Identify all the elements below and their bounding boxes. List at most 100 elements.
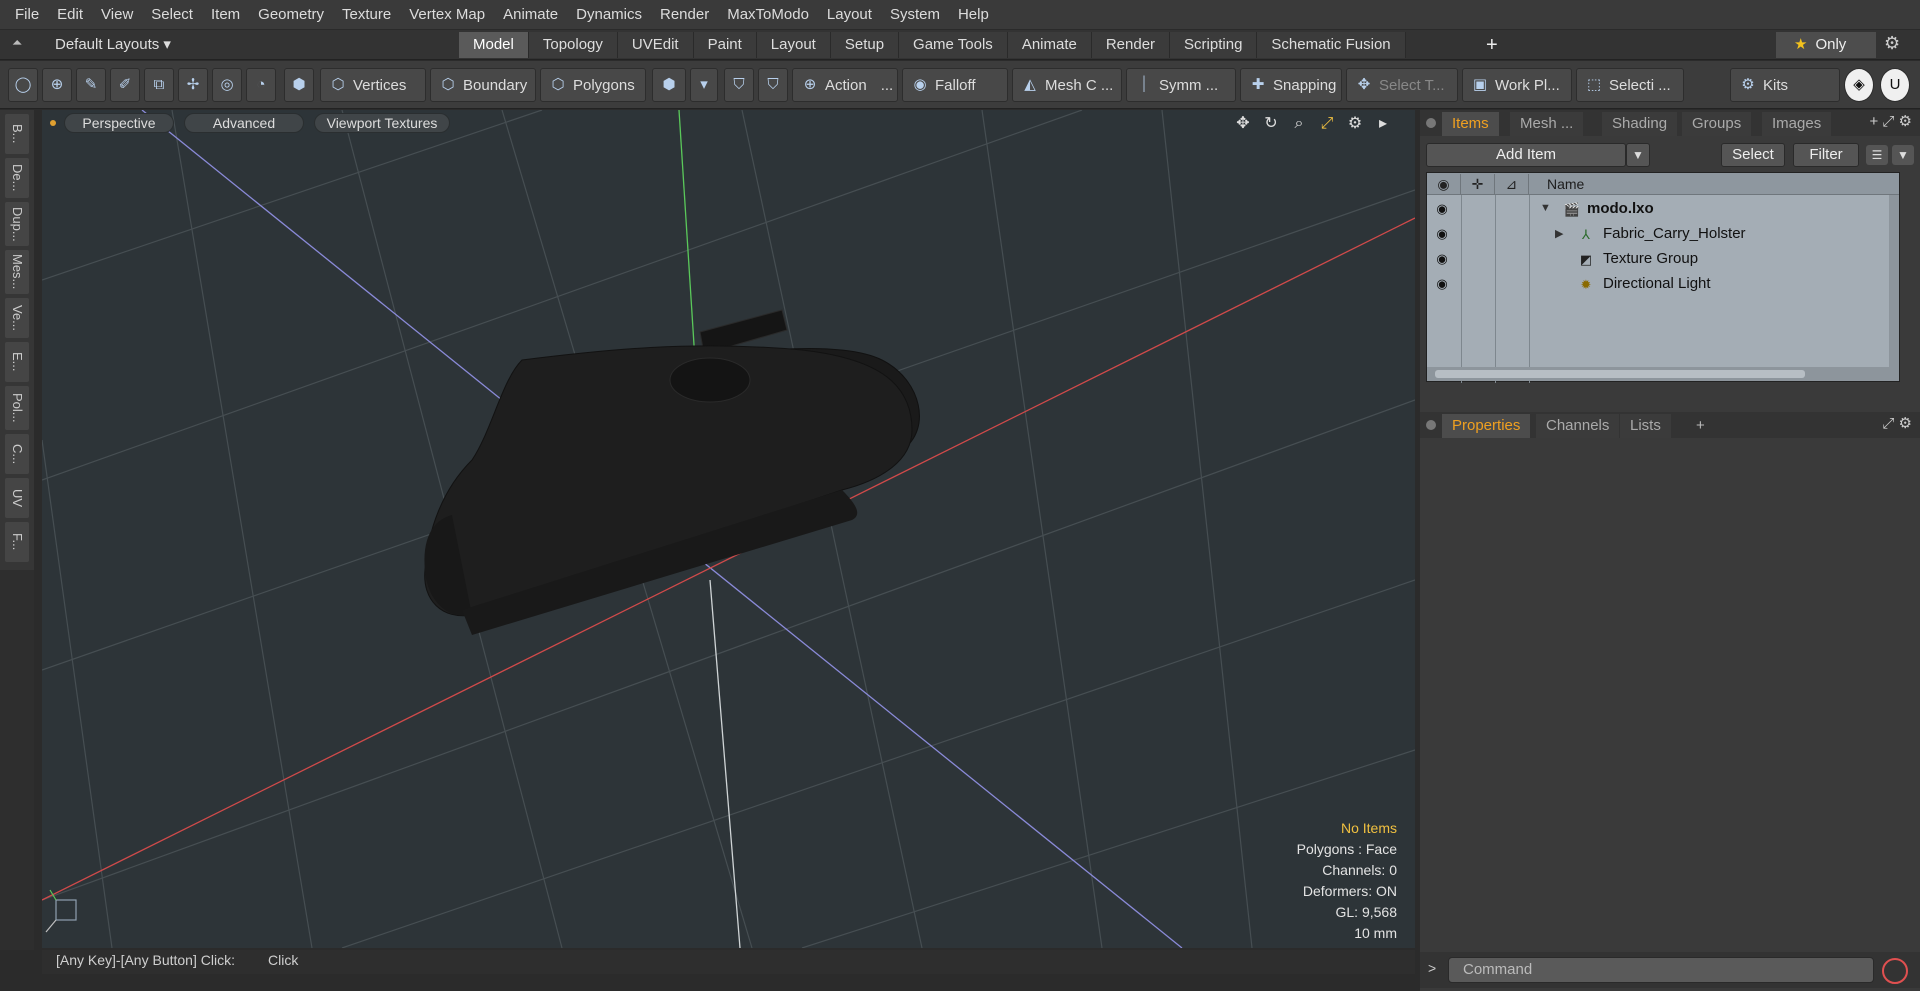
unreal-button[interactable]: U xyxy=(1880,68,1910,102)
menu-select[interactable]: Select xyxy=(142,0,202,30)
globe-button[interactable]: ⊕ xyxy=(42,68,72,102)
menu-animate[interactable]: Animate xyxy=(494,0,567,30)
falloff-button[interactable]: ◉ Falloff xyxy=(902,68,1008,102)
menu-dynamics[interactable]: Dynamics xyxy=(567,0,651,30)
vertices-button[interactable]: ⬡ Vertices xyxy=(320,68,426,102)
item-list-horizontal-scrollbar[interactable] xyxy=(1427,367,1899,381)
symmetry-tool-button[interactable]: ⧉ xyxy=(144,68,174,102)
menu-view[interactable]: View xyxy=(92,0,142,30)
list-item-light[interactable]: ◉ ✹ Directional Light xyxy=(1427,272,1899,297)
tab-render[interactable]: Render xyxy=(1091,32,1171,58)
eye-icon[interactable]: ◉ xyxy=(1433,276,1451,292)
orbit-icon[interactable]: ↻ xyxy=(1261,114,1281,134)
boundary-button[interactable]: ⬡ Boundary xyxy=(430,68,536,102)
tab-shading[interactable]: Shading xyxy=(1602,112,1678,136)
tab-layout[interactable]: Layout xyxy=(756,32,831,58)
panel-options-icons[interactable]: ⤢ ⚙ xyxy=(1882,414,1912,432)
view-mode-button[interactable]: Perspective xyxy=(64,113,174,133)
add-item-dropdown[interactable]: ▼ xyxy=(1626,143,1650,167)
add-item-button[interactable]: Add Item xyxy=(1426,143,1626,167)
tab-game-tools[interactable]: Game Tools xyxy=(899,32,1008,58)
left-tab-mesh-edit[interactable]: Mes... xyxy=(5,250,29,294)
maximize-icon[interactable]: ⤢ xyxy=(1317,114,1337,134)
shield-alt-button[interactable]: ⛉ xyxy=(758,68,788,102)
menu-file[interactable]: File xyxy=(6,0,48,30)
tab-items[interactable]: Items xyxy=(1442,112,1499,136)
rotate-button[interactable]: ◎ xyxy=(212,68,242,102)
tab-channels[interactable]: Channels xyxy=(1536,414,1620,438)
tab-groups[interactable]: Groups xyxy=(1682,112,1752,136)
kits-button[interactable]: ⚙ Kits xyxy=(1730,68,1840,102)
left-tab-deform[interactable]: De... xyxy=(5,158,29,198)
filter-button[interactable]: Filter xyxy=(1793,143,1859,167)
menu-render[interactable]: Render xyxy=(651,0,718,30)
shield-button[interactable]: ⛉ xyxy=(724,68,754,102)
menu-maxtomodo[interactable]: MaxToModo xyxy=(718,0,818,30)
polygons-button[interactable]: ⬡ Polygons xyxy=(540,68,646,102)
add-properties-tab-button[interactable]: + xyxy=(1686,414,1715,438)
left-tab-basic[interactable]: B... xyxy=(5,114,29,154)
viewport-menu-dot-icon[interactable] xyxy=(50,120,56,126)
mode-dropdown[interactable]: ▾ xyxy=(690,68,718,102)
eye-icon[interactable]: ◉ xyxy=(1433,226,1451,242)
expand-down-icon[interactable]: ▼ xyxy=(1540,202,1551,214)
scrollbar-thumb[interactable] xyxy=(1435,370,1805,378)
menu-geometry[interactable]: Geometry xyxy=(249,0,333,30)
tab-setup[interactable]: Setup xyxy=(830,32,900,58)
left-tab-edge[interactable]: E... xyxy=(5,342,29,382)
viewport-gear-icon[interactable]: ⚙ xyxy=(1345,114,1365,134)
tab-properties[interactable]: Properties xyxy=(1442,414,1531,438)
left-tab-polygon[interactable]: Pol... xyxy=(5,386,29,430)
tab-images[interactable]: Images xyxy=(1762,112,1832,136)
record-macro-icon[interactable] xyxy=(1882,958,1908,984)
play-icon[interactable]: ▸ xyxy=(1373,114,1393,134)
menu-edit[interactable]: Edit xyxy=(48,0,92,30)
menu-texture[interactable]: Texture xyxy=(333,0,400,30)
tab-mesh[interactable]: Mesh ... xyxy=(1510,112,1584,136)
symmetry-button[interactable]: ⏐ Symm ... xyxy=(1126,68,1236,102)
eye-icon[interactable]: ◉ xyxy=(1433,251,1451,267)
action-center-button[interactable]: ⊕ Action... xyxy=(792,68,898,102)
menu-item[interactable]: Item xyxy=(202,0,249,30)
mesh-constraints-button[interactable]: ◭ Mesh C ... xyxy=(1012,68,1122,102)
menu-vertex-map[interactable]: Vertex Map xyxy=(400,0,494,30)
shading-mode-button[interactable]: Advanced xyxy=(184,113,304,133)
menu-layout[interactable]: Layout xyxy=(818,0,881,30)
snapping-button[interactable]: ✚ Snapping xyxy=(1240,68,1342,102)
zoom-icon[interactable]: ⌕ xyxy=(1289,114,1309,134)
panel-collapse-dot-icon[interactable] xyxy=(1426,420,1436,430)
eye-icon[interactable]: ◉ xyxy=(1433,201,1451,217)
select-button[interactable]: Select xyxy=(1721,143,1785,167)
left-tab-uv[interactable]: UV xyxy=(5,478,29,518)
gear-icon[interactable]: ⚙ xyxy=(1884,33,1900,54)
item-list-vertical-scrollbar[interactable] xyxy=(1889,195,1899,369)
select-through-button[interactable]: ✥ Select T... xyxy=(1346,68,1458,102)
tab-lists[interactable]: Lists xyxy=(1620,414,1671,438)
name-column-header[interactable]: Name xyxy=(1547,173,1584,195)
tab-uvedit[interactable]: UVEdit xyxy=(617,32,694,58)
list-item-mesh[interactable]: ◉ ▶ ⅄ Fabric_Carry_Holster xyxy=(1427,222,1899,247)
menu-help[interactable]: Help xyxy=(949,0,998,30)
material-mode-button[interactable]: ⬢ xyxy=(652,68,686,102)
collapse-up-icon[interactable]: ⏶ xyxy=(12,35,32,55)
left-tab-fusion[interactable]: F... xyxy=(5,522,29,562)
list-item-scene[interactable]: ◉ ▼ 🎬 modo.lxo xyxy=(1427,197,1899,222)
list-item-texture-group[interactable]: ◉ ◩ Texture Group xyxy=(1427,247,1899,272)
expand-right-icon[interactable]: ▶ xyxy=(1555,227,1563,240)
panel-collapse-dot-icon[interactable] xyxy=(1426,118,1436,128)
layout-selector[interactable]: Default Layouts ▾ xyxy=(55,30,171,60)
tab-schematic-fusion[interactable]: Schematic Fusion xyxy=(1257,32,1406,58)
left-tab-duplicate[interactable]: Dup... xyxy=(5,202,29,246)
viewport-textures-button[interactable]: Viewport Textures xyxy=(314,113,450,133)
unity-button[interactable]: ◈ xyxy=(1844,68,1874,102)
select-circle-button[interactable]: ◯ xyxy=(8,68,38,102)
pen-button[interactable]: ✎ xyxy=(76,68,106,102)
work-plane-button[interactable]: ▣ Work Pl... xyxy=(1462,68,1572,102)
pan-icon[interactable]: ✥ xyxy=(1233,114,1253,134)
command-history-arrow[interactable]: > xyxy=(1428,960,1436,976)
selection-sets-button[interactable]: ⬚ Selecti ... xyxy=(1576,68,1684,102)
visibility-column-icon[interactable]: ◉ xyxy=(1427,174,1461,194)
scale-button[interactable]: ◔ xyxy=(246,68,276,102)
type-column-icon[interactable]: ⊿ xyxy=(1495,174,1529,194)
tab-model[interactable]: Model xyxy=(459,32,529,58)
